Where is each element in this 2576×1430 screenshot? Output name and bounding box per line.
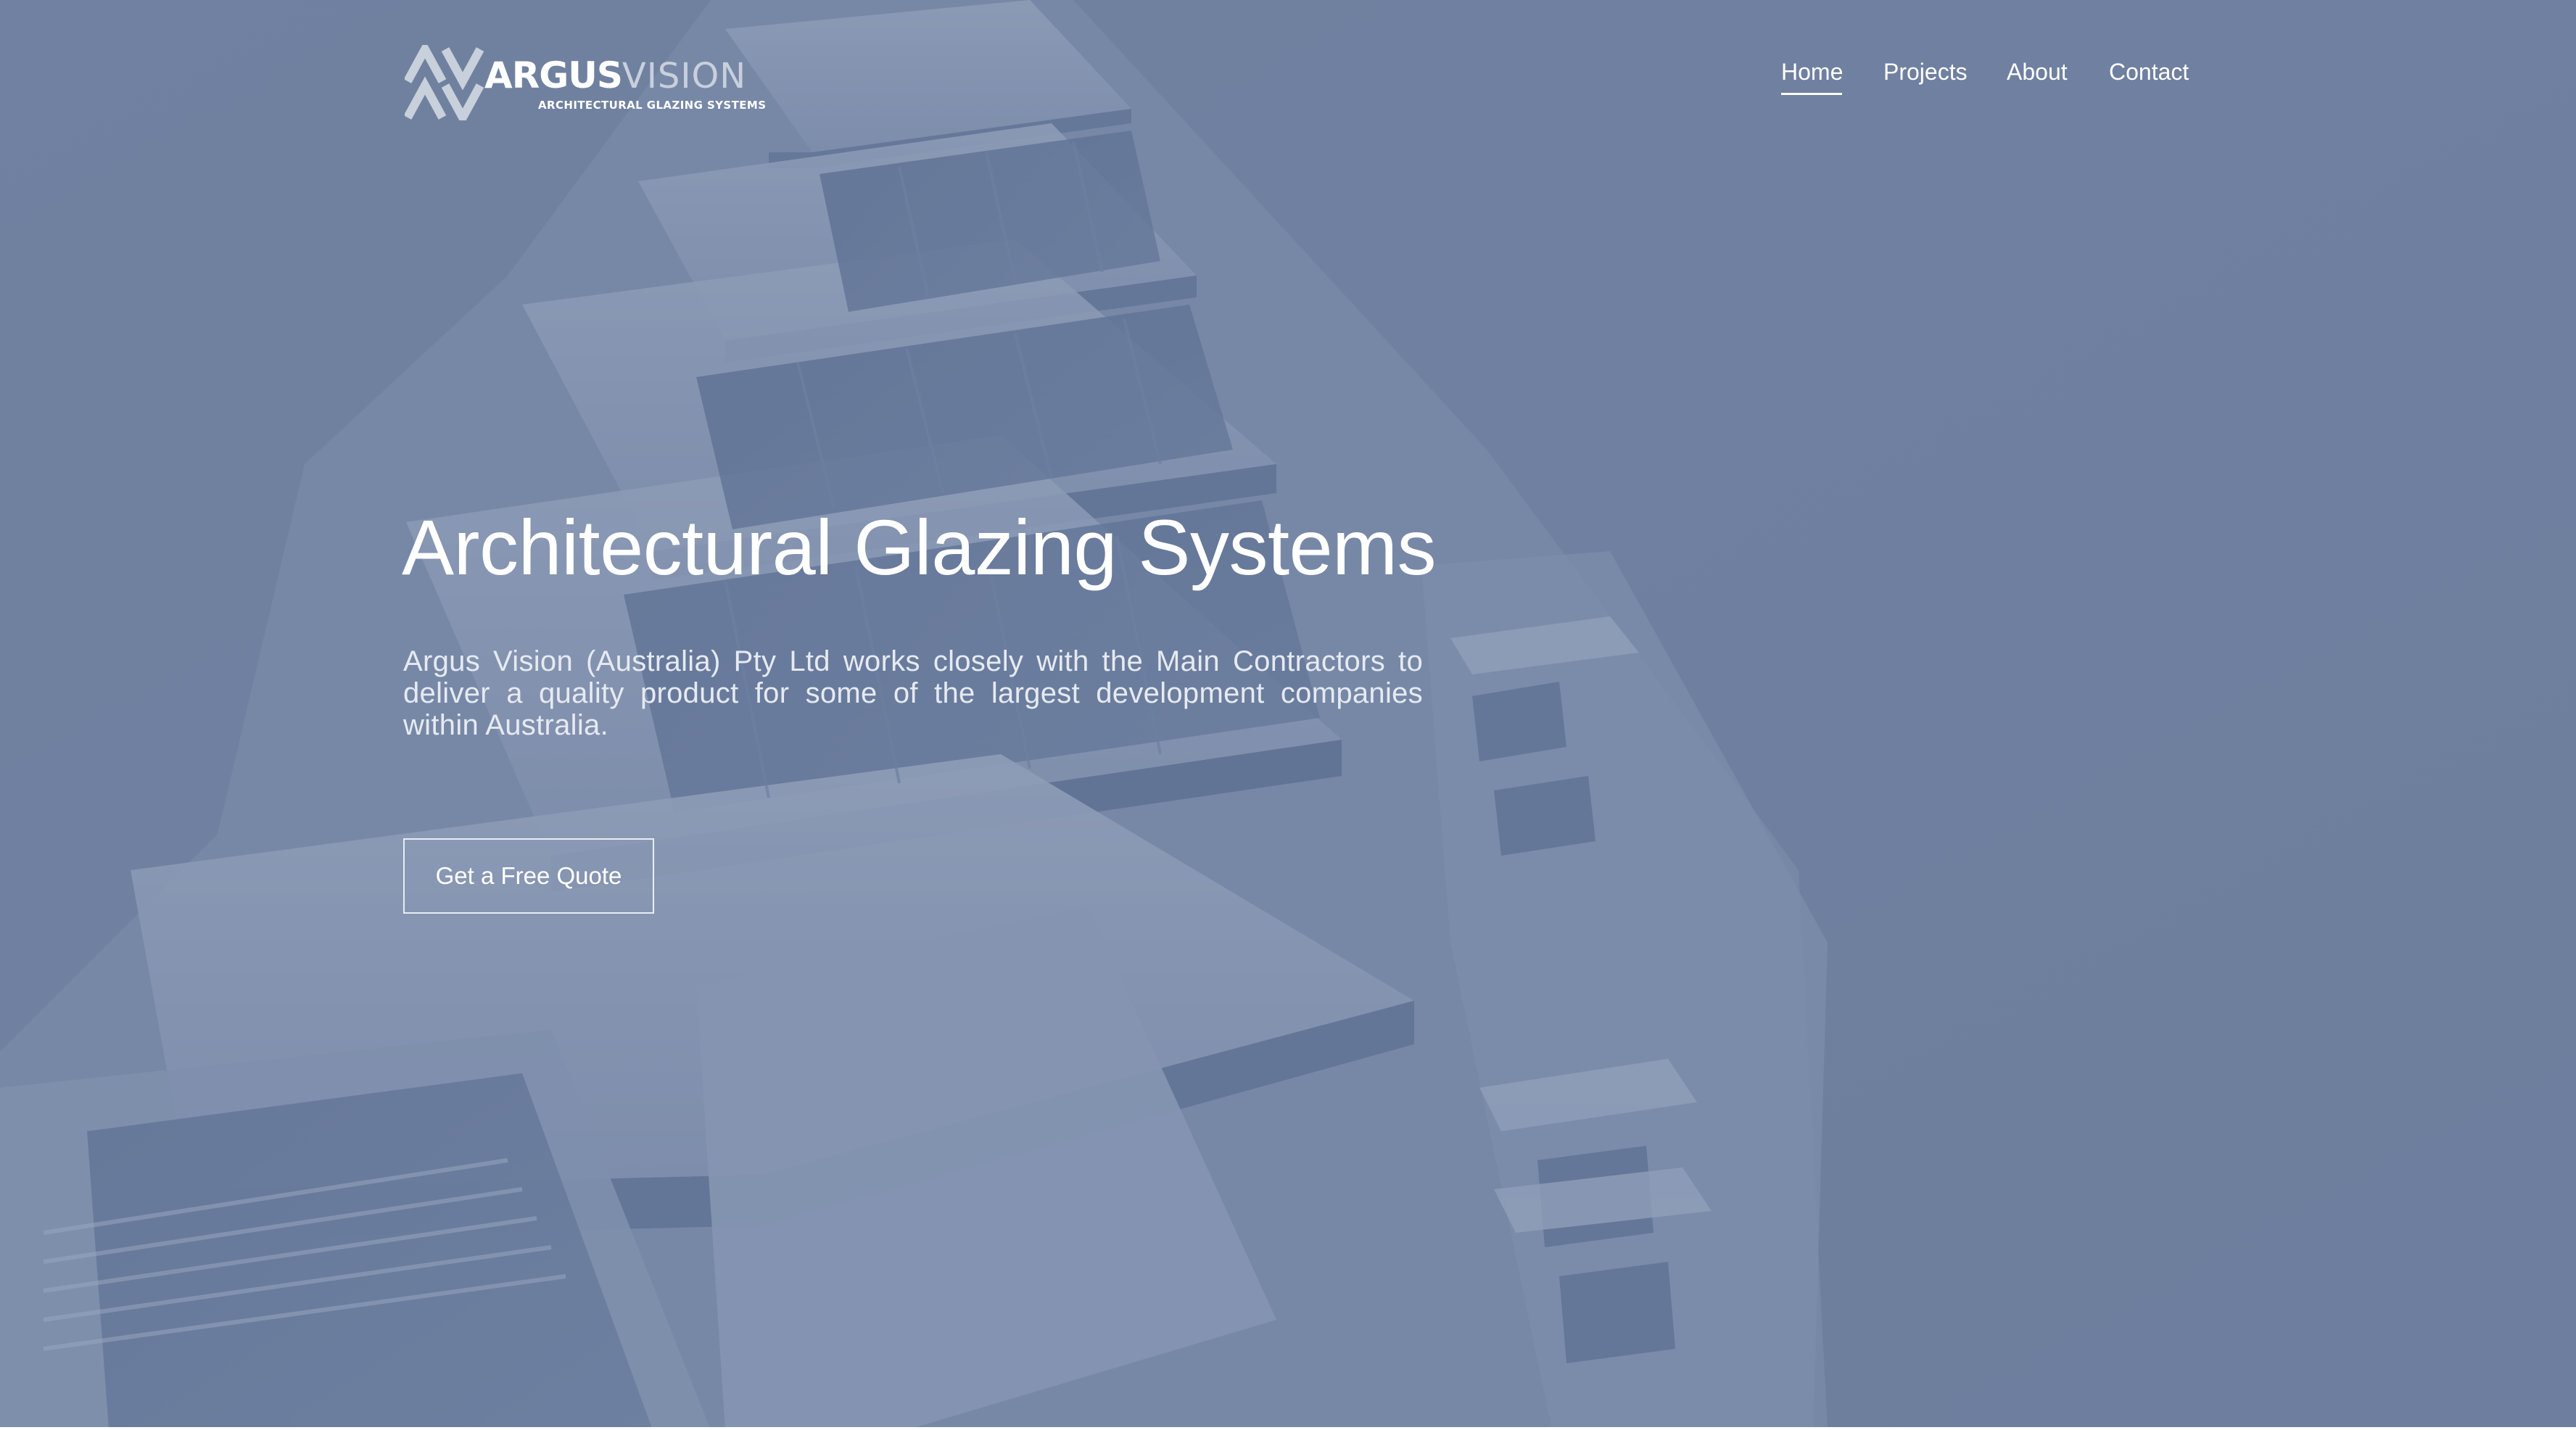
- nav-item-label: About: [2007, 59, 2068, 85]
- logo-name-bold: ARGUS: [484, 54, 623, 96]
- nav-active-underline: [1781, 93, 1842, 95]
- nav-item-home[interactable]: Home: [1781, 54, 1844, 95]
- logo-name-light: VISION: [622, 56, 747, 96]
- hero-description: Argus Vision (Australia) Pty Ltd works c…: [403, 645, 1423, 741]
- page-bottom-divider: [0, 1427, 2576, 1430]
- logo-mark-icon: [405, 45, 484, 120]
- nav-item-label: Home: [1781, 59, 1844, 85]
- brand-logo[interactable]: ARGUSVISION ARCHITECTURAL GLAZING SYSTEM…: [405, 45, 766, 120]
- nav-item-label: Contact: [2109, 59, 2189, 85]
- nav-item-label: Projects: [1883, 59, 1968, 85]
- logo-wordmark: ARGUSVISION: [484, 54, 746, 97]
- get-quote-button[interactable]: Get a Free Quote: [403, 838, 654, 914]
- nav-item-contact[interactable]: Contact: [2109, 54, 2189, 90]
- hero-section: ARGUSVISION ARCHITECTURAL GLAZING SYSTEM…: [0, 0, 2576, 1430]
- hero-title: Architectural Glazing Systems: [402, 503, 1437, 591]
- nav-item-about[interactable]: About: [2007, 54, 2068, 90]
- nav-item-projects[interactable]: Projects: [1883, 54, 1968, 90]
- logo-tagline: ARCHITECTURAL GLAZING SYSTEMS: [538, 99, 767, 112]
